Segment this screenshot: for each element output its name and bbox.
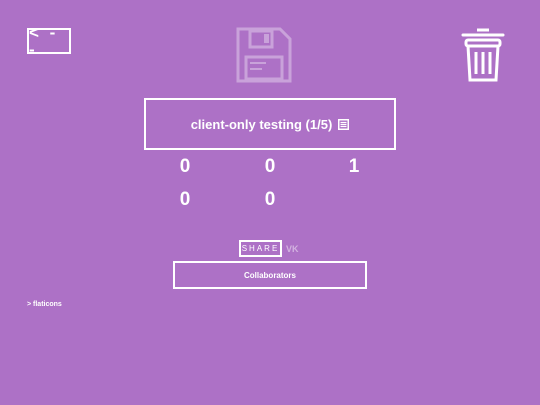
collaborators-button[interactable]: Collaborators xyxy=(173,261,367,289)
counter-value: 0 xyxy=(264,156,276,177)
counter-value: 1 xyxy=(348,156,360,177)
counter-value: 0 xyxy=(179,156,191,177)
title-box: client-only testing (1/5) xyxy=(144,98,396,150)
vk-icon[interactable]: VK xyxy=(286,244,299,254)
save-icon[interactable] xyxy=(236,27,292,83)
trash-icon[interactable] xyxy=(460,26,506,84)
share-row: SHARE VK xyxy=(239,240,299,257)
page-title: client-only testing (1/5) xyxy=(190,116,333,132)
counter-value: 0 xyxy=(179,189,191,210)
flaticons-link[interactable]: > flaticons xyxy=(27,301,62,308)
share-button[interactable]: SHARE xyxy=(239,240,282,257)
list-icon[interactable] xyxy=(338,118,350,130)
counter-value: 0 xyxy=(264,189,276,210)
back-button[interactable]: < - - xyxy=(27,24,71,58)
